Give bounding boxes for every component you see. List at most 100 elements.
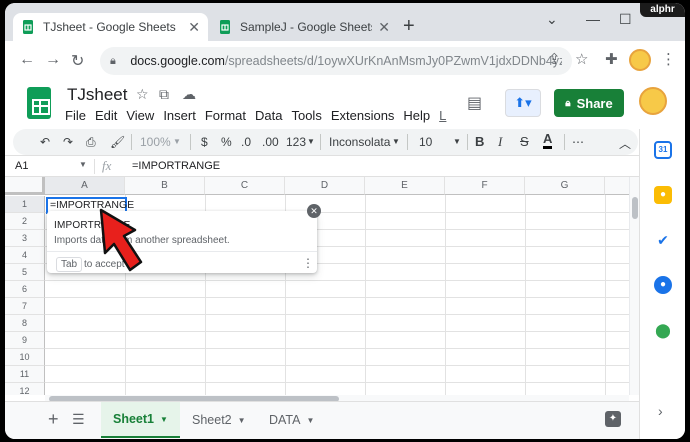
column-header-a[interactable]: A xyxy=(45,177,125,195)
row-header-5[interactable]: 5 xyxy=(5,264,45,281)
expand-side-panel-chevron-icon[interactable]: › xyxy=(658,403,663,419)
cloud-status-icon[interactable]: ☁ xyxy=(182,86,196,103)
browser-menu-icon[interactable]: ⋮ xyxy=(661,50,676,68)
undo-icon[interactable]: ↶ xyxy=(40,135,50,149)
maps-icon[interactable]: ⬤ xyxy=(654,321,672,339)
move-folder-icon[interactable]: ⧉ xyxy=(159,86,169,103)
back-arrow-icon[interactable]: ← xyxy=(19,51,35,69)
more-formats-button[interactable]: 123 xyxy=(286,135,306,149)
row-header-8[interactable]: 8 xyxy=(5,315,45,332)
strikethrough-button[interactable]: S xyxy=(520,134,529,149)
vertical-scroll-thumb[interactable] xyxy=(632,197,638,219)
more-formats-caret-icon[interactable]: ▼ xyxy=(307,137,315,146)
font-family-caret-icon[interactable]: ▼ xyxy=(392,137,400,146)
contacts-icon[interactable]: ● xyxy=(654,276,672,294)
collapse-toolbar-chevron-icon[interactable]: ︿ xyxy=(619,135,631,152)
menu-tools[interactable]: Tools xyxy=(291,108,321,123)
row-header-12[interactable]: 12 xyxy=(5,383,45,395)
browser-profile-avatar[interactable] xyxy=(629,49,651,71)
share-button[interactable]: 🔒︎ Share xyxy=(554,89,624,117)
reload-icon[interactable]: ↻ xyxy=(71,51,84,71)
calendar-icon[interactable]: 31 xyxy=(654,141,672,159)
all-sheets-icon[interactable]: ☰ xyxy=(72,411,85,428)
tab-search-chevron-icon[interactable]: ⌄ xyxy=(546,11,558,28)
menu-help[interactable]: Help xyxy=(403,108,430,123)
name-box-caret-icon[interactable]: ▼ xyxy=(79,160,87,169)
explore-icon[interactable]: ✦ xyxy=(605,411,621,427)
column-header-d[interactable]: D xyxy=(285,177,365,195)
menu-view[interactable]: View xyxy=(126,108,154,123)
menu-format[interactable]: Format xyxy=(205,108,246,123)
sheet-tab-data[interactable]: DATA ▼ xyxy=(257,402,326,438)
bookmark-star-icon[interactable]: ☆ xyxy=(575,50,588,68)
column-header-g[interactable]: G xyxy=(525,177,605,195)
comments-icon[interactable]: ▤ xyxy=(467,93,482,113)
sheet-tab-caret-icon[interactable]: ▼ xyxy=(238,416,246,425)
new-tab-button[interactable]: + xyxy=(403,16,415,36)
maximize-icon[interactable]: ☐ xyxy=(619,11,632,28)
bold-button[interactable]: B xyxy=(475,134,484,149)
column-header-e[interactable]: E xyxy=(365,177,445,195)
percent-format-button[interactable]: % xyxy=(221,135,232,149)
menu-data[interactable]: Data xyxy=(255,108,282,123)
currency-format-button[interactable]: $ xyxy=(201,135,208,149)
keep-icon[interactable]: ● xyxy=(654,186,672,204)
font-size-select[interactable]: 10 xyxy=(419,135,432,149)
row-header-4[interactable]: 4 xyxy=(5,247,45,264)
row-header-7[interactable]: 7 xyxy=(5,298,45,315)
paint-format-icon[interactable]: 🖌︎ xyxy=(110,135,125,149)
increase-decimal-button[interactable]: .00 xyxy=(262,135,279,149)
text-color-button[interactable]: A xyxy=(543,132,553,149)
sheet-tab-sheet2[interactable]: Sheet2 ▼ xyxy=(180,402,258,438)
font-family-select[interactable]: Inconsolata xyxy=(329,135,390,149)
zoom-select[interactable]: 100% xyxy=(140,135,171,149)
column-header-b[interactable]: B xyxy=(125,177,205,195)
row-header-1[interactable]: 1 xyxy=(5,196,45,213)
column-header-h[interactable] xyxy=(605,177,629,195)
menu-insert[interactable]: Insert xyxy=(163,108,196,123)
account-avatar[interactable] xyxy=(639,87,667,115)
present-button[interactable]: ⬆︎▾ xyxy=(505,89,541,117)
sheet-tab-sheet1[interactable]: Sheet1 ▼ xyxy=(101,402,180,438)
column-header-c[interactable]: C xyxy=(205,177,285,195)
document-title[interactable]: TJsheet xyxy=(67,85,127,105)
menu-file[interactable]: File xyxy=(65,108,86,123)
select-all-corner[interactable] xyxy=(5,177,45,195)
row-header-11[interactable]: 11 xyxy=(5,366,45,383)
print-icon[interactable]: ⎙ xyxy=(86,135,96,150)
more-options-button[interactable]: ⋯ xyxy=(572,135,584,149)
add-sheet-icon[interactable]: + xyxy=(48,409,59,430)
zoom-caret-icon[interactable]: ▼ xyxy=(173,137,181,146)
tasks-icon[interactable]: ✔ xyxy=(654,231,672,249)
forward-arrow-icon[interactable]: → xyxy=(45,51,61,69)
share-page-icon[interactable]: ⇪ xyxy=(548,50,561,68)
browser-tab-tjsheet[interactable]: TJsheet - Google Sheets ✕ xyxy=(13,13,208,41)
row-header-3[interactable]: 3 xyxy=(5,230,45,247)
menu-extensions[interactable]: Extensions xyxy=(331,108,395,123)
font-size-caret-icon[interactable]: ▼ xyxy=(453,137,461,146)
extensions-puzzle-icon[interactable]: ✚ xyxy=(605,50,618,68)
row-header-10[interactable]: 10 xyxy=(5,349,45,366)
redo-icon[interactable]: ↷ xyxy=(63,135,73,149)
row-header-2[interactable]: 2 xyxy=(5,213,45,230)
close-tab-icon[interactable]: ✕ xyxy=(378,19,390,36)
browser-tab-samplej[interactable]: SampleJ - Google Sheets ✕ xyxy=(210,13,398,41)
star-icon[interactable]: ☆ xyxy=(136,86,149,103)
minimize-icon[interactable]: — xyxy=(586,11,600,27)
sheets-logo-icon[interactable] xyxy=(27,87,51,119)
sheet-tab-caret-icon[interactable]: ▼ xyxy=(306,416,314,425)
row-header-6[interactable]: 6 xyxy=(5,281,45,298)
row-header-9[interactable]: 9 xyxy=(5,332,45,349)
formula-input[interactable]: =IMPORTRANGE xyxy=(132,160,220,172)
vertical-scrollbar[interactable] xyxy=(629,177,639,395)
menu-edit[interactable]: Edit xyxy=(95,108,117,123)
decrease-decimal-button[interactable]: .0 xyxy=(241,135,251,149)
more-vert-icon[interactable]: ⋮ xyxy=(302,256,314,270)
close-tab-icon[interactable]: ✕ xyxy=(188,19,200,36)
column-header-f[interactable]: F xyxy=(445,177,525,195)
name-box[interactable]: A1 xyxy=(15,160,28,172)
address-bar[interactable]: 🔒︎ docs.google.com /spreadsheets/d/1oywX… xyxy=(100,47,572,75)
italic-button[interactable]: I xyxy=(498,134,502,150)
last-edit-link[interactable]: L xyxy=(439,108,446,123)
close-popup-icon[interactable]: ✕ xyxy=(307,204,321,218)
